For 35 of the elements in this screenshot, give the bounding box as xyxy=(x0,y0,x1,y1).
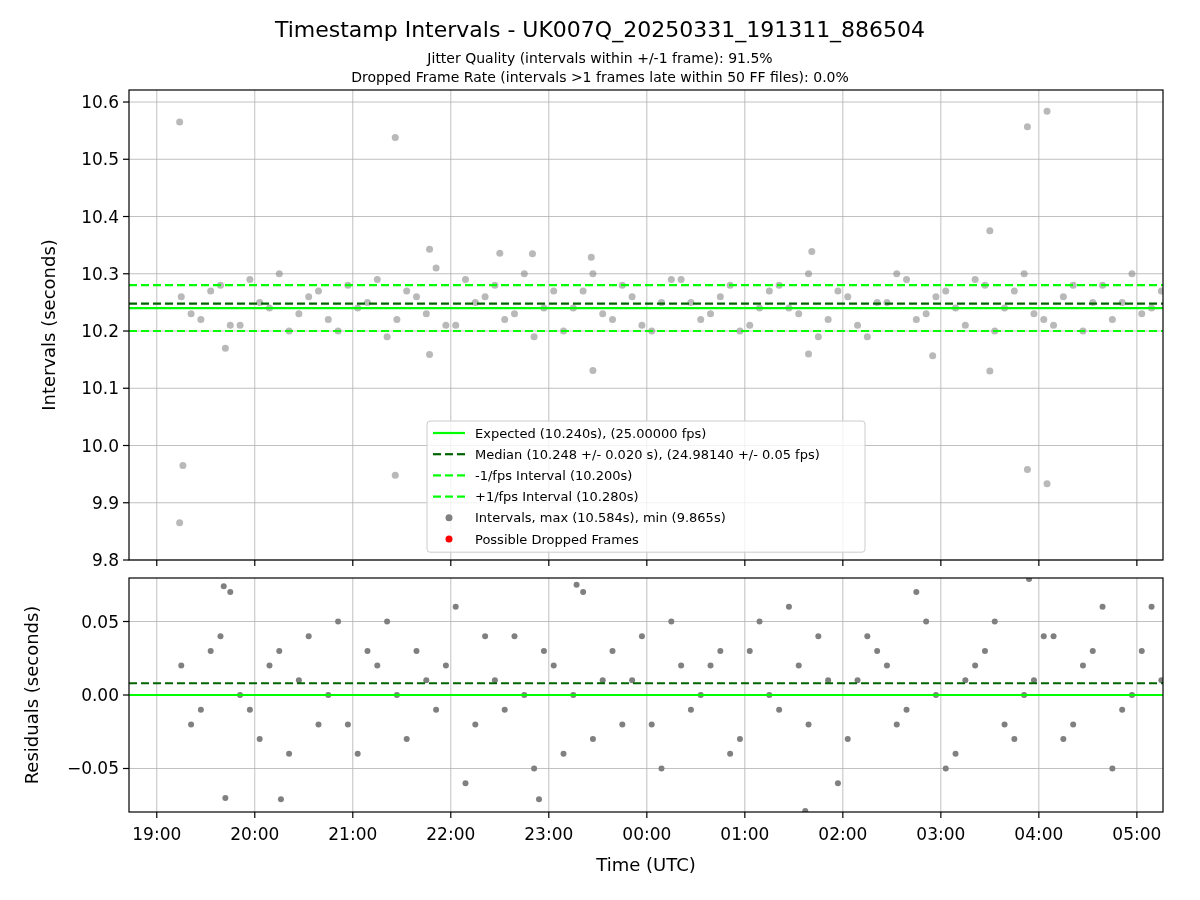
legend-label: +1/fps Interval (10.280s) xyxy=(475,489,639,505)
tick-label: 9.9 xyxy=(91,492,119,513)
legend-label: Possible Dropped Frames xyxy=(475,531,639,547)
tick-label: 10.0 xyxy=(81,435,119,456)
tick-label: 10.5 xyxy=(81,149,119,170)
axis-label: Intervals (seconds) xyxy=(38,239,59,411)
tick-label: 03:00 xyxy=(916,824,966,844)
tick-label: 00:00 xyxy=(622,824,672,844)
tick-label: 10.1 xyxy=(81,378,119,399)
tick-label: 01:00 xyxy=(720,824,770,844)
axis-label: Time (UTC) xyxy=(596,854,696,875)
legend-label: Median (10.248 +/- 0.020 s), (24.98140 +/- 0.05 fps) xyxy=(475,446,820,462)
chart-subtitle: Jitter Quality (intervals within +/-1 frame): 91.5% xyxy=(427,50,773,66)
tick-label: 21:00 xyxy=(328,824,378,844)
tick-label: 10.2 xyxy=(81,321,119,341)
tick-label: 05:00 xyxy=(1112,824,1162,844)
tick-label: 20:00 xyxy=(230,824,280,844)
tick-label: 0.00 xyxy=(81,685,119,705)
chart-title: Timestamp Intervals - UK007Q_20250331_191311_886504 xyxy=(274,17,926,42)
tick-label: 9.8 xyxy=(91,550,119,570)
axis-label: Residuals (seconds) xyxy=(21,605,42,785)
tick-label: 02:00 xyxy=(818,824,868,844)
chart-subtitle: Dropped Frame Rate (intervals >1 frames late within 50 FF files): 0.0% xyxy=(351,69,849,85)
legend-label: Intervals, max (10.584s), min (9.865s) xyxy=(475,510,726,526)
tick-label: 10.4 xyxy=(81,206,119,227)
tick-label: 10.3 xyxy=(81,263,119,284)
tick-label: 10.6 xyxy=(81,92,119,112)
tick-label: 04:00 xyxy=(1014,824,1064,844)
tick-label: 19:00 xyxy=(132,824,182,844)
legend-label: -1/fps Interval (10.200s) xyxy=(475,467,633,483)
tick-label: −0.05 xyxy=(66,758,119,779)
tick-label: 23:00 xyxy=(524,824,574,844)
tick-label: 22:00 xyxy=(426,824,476,844)
legend-label: Expected (10.240s), (25.00000 fps) xyxy=(475,425,707,441)
tick-label: 0.05 xyxy=(81,611,119,632)
